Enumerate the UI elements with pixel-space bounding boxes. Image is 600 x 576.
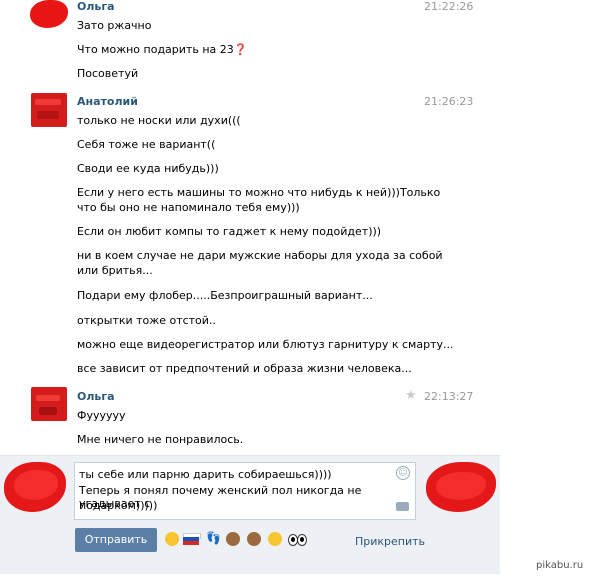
author-name[interactable]: Анатолий <box>77 95 138 108</box>
message-line: Что можно подарить на 23❓ <box>77 43 248 56</box>
message-line: Фуууууу <box>77 409 126 422</box>
watermark: pikabu.ru <box>536 560 584 571</box>
message-line: открытки тоже отстой.. <box>77 314 216 327</box>
input-line: подарком))))) <box>79 499 158 512</box>
author-name[interactable]: Ольга <box>77 0 115 13</box>
eyes-icon[interactable] <box>288 534 307 546</box>
message-line: Зато ржачно <box>77 19 152 32</box>
message-input[interactable]: ты себе или парню дарить собираешься))))… <box>74 462 416 520</box>
message-line: Мне ничего не понравилось. <box>77 433 244 446</box>
message-line: Если у него есть машины то можно что ниб… <box>77 186 441 199</box>
smile-icon[interactable] <box>165 532 179 546</box>
message-line: или бритья... <box>77 264 153 277</box>
attach-link[interactable]: Прикрепить <box>355 535 425 548</box>
message-line: Своди ее куда нибудь))) <box>77 162 219 175</box>
footprints-icon[interactable]: 👣 <box>206 531 221 545</box>
emoji-picker-icon[interactable]: ☺ <box>396 466 410 480</box>
send-button[interactable]: Отправить <box>75 528 157 552</box>
message-line: ни в коем случае не дари мужские наборы … <box>77 249 443 262</box>
smile-icon[interactable] <box>268 532 282 546</box>
timestamp[interactable]: 21:22:26 <box>424 0 473 13</box>
message-line: можно еще видеорегистратор или блютуз га… <box>77 338 454 351</box>
message-line: Себя тоже не вариант(( <box>77 138 216 151</box>
hear-no-evil-monkey-icon[interactable] <box>247 532 261 546</box>
timestamp[interactable]: 22:13:27 <box>424 390 473 403</box>
message-line: только не носки или духи((( <box>77 114 241 127</box>
camera-icon[interactable] <box>396 502 409 511</box>
avatar[interactable] <box>31 387 67 421</box>
author-name[interactable]: Ольга <box>77 390 115 403</box>
message-line: что бы оно не напоминало тебя ему))) <box>77 201 300 214</box>
timestamp[interactable]: 21:26:23 <box>424 95 473 108</box>
avatar[interactable] <box>31 93 67 127</box>
message-line: Если он любит компы то гаджет к нему под… <box>77 225 382 238</box>
message-line: все зависит от предпочтений и образа жиз… <box>77 362 412 375</box>
redacted-avatar <box>30 0 68 28</box>
input-line: ты себе или парню дарить собираешься)))) <box>79 468 332 481</box>
message-line: Посоветуй <box>77 67 139 80</box>
russian-flag-icon[interactable] <box>183 533 201 545</box>
star-icon[interactable]: ★ <box>405 388 417 403</box>
see-no-evil-monkey-icon[interactable] <box>226 532 240 546</box>
message-line: Подари ему флобер.....Безпроиграшный вар… <box>77 289 373 302</box>
